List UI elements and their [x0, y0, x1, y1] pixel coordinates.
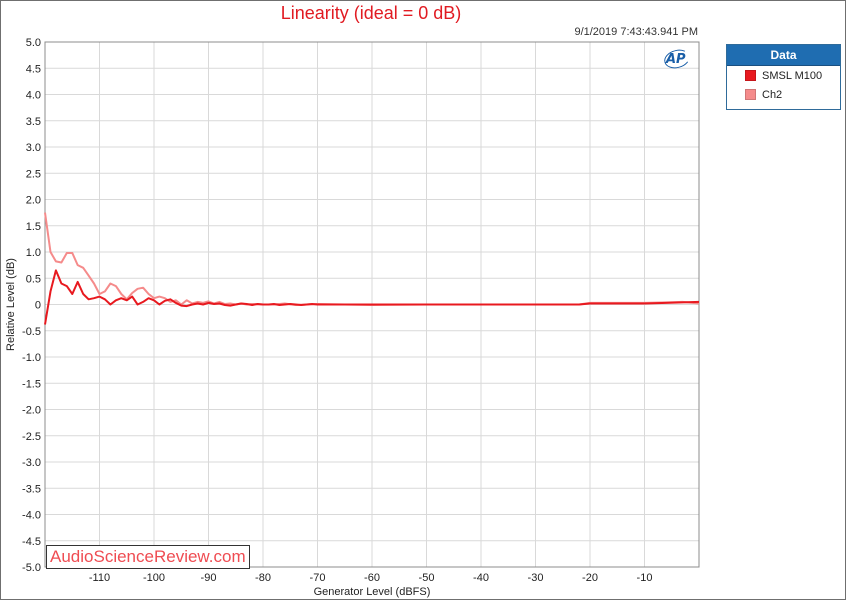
legend-swatch-smsl-m100	[745, 70, 756, 81]
y-tick-label: -2.0	[22, 405, 41, 417]
legend-swatch-ch2	[745, 89, 756, 100]
y-tick-label: 4.0	[26, 90, 41, 102]
y-tick-label: -3.0	[22, 457, 41, 469]
y-axis-label: Relative Level (dB)	[5, 258, 17, 351]
x-tick-label: -30	[528, 572, 544, 584]
watermark: AudioScienceReview.com	[46, 545, 250, 569]
ap-logo: AP	[666, 52, 686, 67]
legend-label: Ch2	[762, 88, 783, 101]
y-tick-label: -5.0	[22, 562, 41, 574]
legend-item-smsl-m100[interactable]: SMSL M100	[727, 66, 840, 85]
y-tick-label: -2.5	[22, 431, 41, 443]
y-tick-label: 5.0	[26, 37, 41, 49]
y-tick-label: 0.5	[26, 273, 41, 285]
linearity-chart: 5.0 4.5 4.0 3.5 3.0 2.5 2.0 1.5 1.0 0.5 0 -0.5 -1.0 -…	[5, 37, 700, 598]
x-tick-label: -60	[364, 572, 380, 584]
y-tick-label: 3.5	[26, 116, 41, 128]
y-tick-label: -1.0	[22, 352, 41, 364]
x-axis-label: Generator Level (dBFS)	[314, 586, 431, 598]
y-tick-label: 0	[35, 300, 41, 312]
x-tick-label: -40	[473, 572, 489, 584]
x-tick-label: -10	[637, 572, 653, 584]
legend-title: Data	[727, 45, 840, 66]
y-tick-label: 2.5	[26, 168, 41, 180]
y-tick-label: -0.5	[22, 326, 41, 338]
y-tick-label: -4.0	[22, 510, 41, 522]
y-tick-label: 2.0	[26, 195, 41, 207]
y-tick-label: -4.5	[22, 536, 41, 548]
x-tick-label: -90	[201, 572, 217, 584]
y-tick-label: -1.5	[22, 378, 41, 390]
x-tick-label: -20	[582, 572, 598, 584]
y-tick-label: 4.5	[26, 63, 41, 75]
y-tick-label: 1.0	[26, 247, 41, 259]
y-tick-label: 3.0	[26, 142, 41, 154]
x-tick-label: -80	[255, 572, 271, 584]
y-tick-label: -3.5	[22, 483, 41, 495]
x-tick-label: -110	[89, 572, 110, 584]
legend-panel: Data SMSL M100 Ch2	[726, 44, 841, 110]
x-tick-label: -70	[310, 572, 326, 584]
legend-label: SMSL M100	[762, 69, 823, 82]
y-tick-label: 1.5	[26, 221, 41, 233]
x-tick-label: -100	[143, 572, 165, 584]
legend-item-ch2[interactable]: Ch2	[727, 85, 840, 104]
x-tick-label: -50	[419, 572, 435, 584]
